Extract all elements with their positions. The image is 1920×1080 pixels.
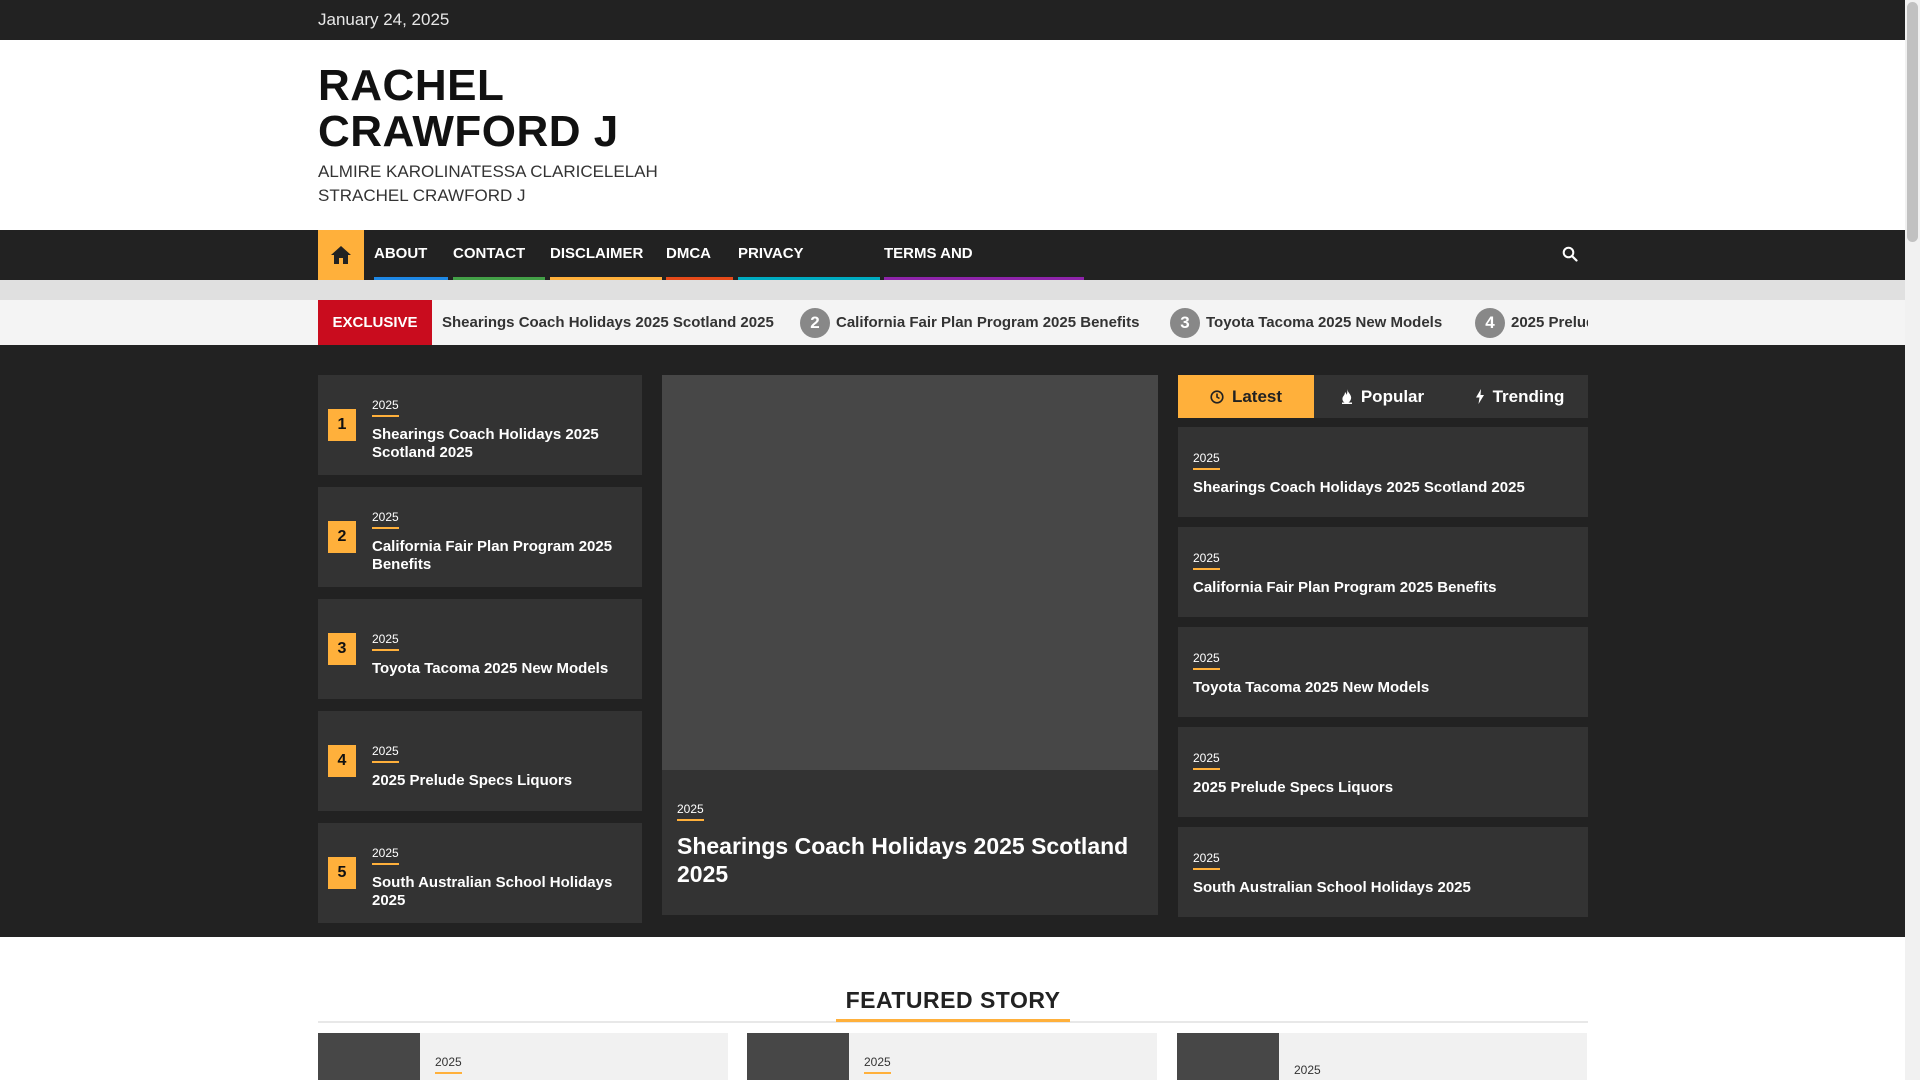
list-item[interactable]: 5 2025 South Australian School Holidays … bbox=[318, 823, 642, 923]
nav-dmca-label: DMCA bbox=[666, 245, 711, 262]
category-link[interactable]: 2025 bbox=[372, 744, 399, 763]
hero-image[interactable] bbox=[662, 375, 1158, 770]
post-title[interactable]: Toyota Tacoma 2025 New Models bbox=[372, 660, 628, 678]
category-link[interactable]: 2025 bbox=[372, 846, 399, 865]
list-item[interactable]: 2025 2025 Prelude Specs Liquors bbox=[1178, 727, 1588, 817]
list-item[interactable]: 2025 South Australian School Holidays 20… bbox=[1178, 827, 1588, 917]
category-link[interactable]: 2025 bbox=[1193, 751, 1220, 770]
top-bar: January 24, 2025 bbox=[0, 0, 1905, 40]
featured-card[interactable]: 2025 bbox=[318, 1033, 728, 1080]
rank-badge: 2 bbox=[328, 521, 356, 553]
post-title[interactable]: Shearings Coach Holidays 2025 Scotland 2… bbox=[372, 426, 628, 462]
nav-dmca[interactable]: DMCA bbox=[666, 230, 733, 280]
category-link[interactable]: 2025 bbox=[1193, 551, 1220, 570]
category-link[interactable]: 2025 bbox=[372, 398, 399, 417]
category-link[interactable]: 2025 bbox=[1294, 1063, 1321, 1080]
ticker-item-text: Shearings Coach Holidays 2025 Scotland 2… bbox=[442, 314, 774, 331]
category-link[interactable]: 2025 bbox=[1193, 851, 1220, 870]
featured-story-header: FEATURED STORY bbox=[318, 985, 1588, 1023]
page-scrollbar[interactable] bbox=[1905, 0, 1920, 1080]
ticker-number: 3 bbox=[1170, 307, 1200, 338]
category-link[interactable]: 2025 bbox=[435, 1055, 462, 1074]
ticker-item-text: 2025 Prelud bbox=[1511, 314, 1588, 331]
list-item[interactable]: 4 2025 2025 Prelude Specs Liquors bbox=[318, 711, 642, 811]
featured-thumbnail[interactable] bbox=[1177, 1033, 1279, 1080]
list-item[interactable]: 2025 Shearings Coach Holidays 2025 Scotl… bbox=[1178, 427, 1588, 517]
home-button[interactable] bbox=[318, 230, 364, 280]
ticker-item-text: California Fair Plan Program 2025 Benefi… bbox=[836, 314, 1140, 331]
nav-contact[interactable]: CONTACT bbox=[453, 230, 545, 280]
rank-badge: 4 bbox=[328, 745, 356, 777]
search-button[interactable] bbox=[1562, 246, 1582, 266]
post-tabs: Latest Popular Trending bbox=[1178, 375, 1588, 418]
rank-badge: 3 bbox=[328, 633, 356, 665]
post-title[interactable]: 2025 Prelude Specs Liquors bbox=[1193, 779, 1573, 796]
main-nav: ABOUT CONTACT DISCLAIMER DMCA PRIVACY PO… bbox=[0, 230, 1905, 310]
featured-card[interactable]: 2025 bbox=[747, 1033, 1157, 1080]
site-branding: RACHEL CRAWFORD J ALMIRE KAROLINATESSA C… bbox=[318, 63, 748, 208]
ticker-item-text: Toyota Tacoma 2025 New Models bbox=[1206, 314, 1443, 331]
category-link[interactable]: 2025 bbox=[372, 510, 399, 529]
hero-post[interactable]: 2025 Shearings Coach Holidays 2025 Scotl… bbox=[662, 375, 1158, 915]
ticker-number: 2 bbox=[800, 307, 830, 338]
post-title[interactable]: 2025 Prelude Specs Liquors bbox=[372, 772, 628, 790]
ticker-track: Shearings Coach Holidays 2025 Scotland 2… bbox=[432, 300, 1588, 345]
nav-privacy-policy[interactable]: PRIVACY POLICY bbox=[738, 230, 880, 310]
post-title[interactable]: South Australian School Holidays 2025 bbox=[1193, 879, 1573, 896]
nav-disclaimer-label: DISCLAIMER bbox=[550, 245, 644, 262]
hero-title[interactable]: Shearings Coach Holidays 2025 Scotland 2… bbox=[677, 832, 1138, 888]
category-link[interactable]: 2025 bbox=[677, 802, 704, 821]
ticker-item[interactable]: 3 Toyota Tacoma 2025 New Models bbox=[1170, 300, 1442, 345]
featured-thumbnail[interactable] bbox=[318, 1033, 420, 1080]
current-date: January 24, 2025 bbox=[318, 10, 450, 29]
category-link[interactable]: 2025 bbox=[1193, 651, 1220, 670]
list-item[interactable]: 1 2025 Shearings Coach Holidays 2025 Sco… bbox=[318, 375, 642, 475]
tab-trending[interactable]: Trending bbox=[1451, 375, 1588, 418]
nav-about-label: ABOUT bbox=[374, 245, 428, 262]
search-icon bbox=[1562, 246, 1578, 262]
ticker-item[interactable]: 2 California Fair Plan Program 2025 Bene… bbox=[800, 300, 1139, 345]
tab-latest-label: Latest bbox=[1231, 386, 1283, 406]
rank-badge: 5 bbox=[328, 857, 356, 889]
list-item[interactable]: 2 2025 California Fair Plan Program 2025… bbox=[318, 487, 642, 587]
flame-icon bbox=[1341, 389, 1352, 404]
tab-popular[interactable]: Popular bbox=[1314, 375, 1451, 418]
post-title[interactable]: Shearings Coach Holidays 2025 Scotland 2… bbox=[1193, 479, 1573, 496]
rank-badge: 1 bbox=[328, 409, 356, 441]
nav-terms[interactable]: TERMS AND CONDITIONS bbox=[884, 230, 1084, 310]
exclusive-ticker: EXCLUSIVE Shearings Coach Holidays 2025 … bbox=[0, 300, 1905, 345]
tab-trending-label: Trending bbox=[1492, 386, 1565, 406]
nav-disclaimer[interactable]: DISCLAIMER bbox=[550, 230, 662, 280]
section-heading: FEATURED STORY bbox=[835, 985, 1071, 1022]
post-title[interactable]: South Australian School Holidays 2025 bbox=[372, 874, 628, 910]
category-link[interactable]: 2025 bbox=[1193, 451, 1220, 470]
category-link[interactable]: 2025 bbox=[372, 632, 399, 651]
site-title[interactable]: RACHEL CRAWFORD J bbox=[318, 63, 648, 155]
post-title[interactable]: California Fair Plan Program 2025 Benefi… bbox=[1193, 579, 1573, 596]
ticker-item[interactable]: 4 2025 Prelud bbox=[1475, 300, 1588, 345]
tab-popular-label: Popular bbox=[1360, 386, 1425, 406]
featured-thumbnail[interactable] bbox=[747, 1033, 849, 1080]
exclusive-label: EXCLUSIVE bbox=[318, 300, 432, 345]
tab-latest[interactable]: Latest bbox=[1178, 375, 1314, 418]
site-tagline: ALMIRE KAROLINATESSA CLARICELELAH STRACH… bbox=[318, 162, 658, 205]
home-icon bbox=[331, 246, 351, 264]
list-item[interactable]: 2025 California Fair Plan Program 2025 B… bbox=[1178, 527, 1588, 617]
list-item[interactable]: 3 2025 Toyota Tacoma 2025 New Models bbox=[318, 599, 642, 699]
nav-sub-strip bbox=[0, 280, 1905, 300]
featured-card[interactable]: 2025 bbox=[1177, 1033, 1587, 1080]
category-link[interactable]: 2025 bbox=[864, 1055, 891, 1074]
clock-icon bbox=[1210, 389, 1224, 404]
post-title[interactable]: California Fair Plan Program 2025 Benefi… bbox=[372, 538, 628, 574]
scrollbar-thumb[interactable] bbox=[1907, 2, 1918, 242]
nav-contact-label: CONTACT bbox=[453, 245, 526, 262]
ticker-item[interactable]: Shearings Coach Holidays 2025 Scotland 2… bbox=[442, 300, 774, 345]
post-title[interactable]: Toyota Tacoma 2025 New Models bbox=[1193, 679, 1573, 696]
bolt-icon bbox=[1475, 389, 1484, 404]
list-item[interactable]: 2025 Toyota Tacoma 2025 New Models bbox=[1178, 627, 1588, 717]
nav-about[interactable]: ABOUT bbox=[374, 230, 448, 280]
ticker-number: 4 bbox=[1475, 307, 1505, 338]
